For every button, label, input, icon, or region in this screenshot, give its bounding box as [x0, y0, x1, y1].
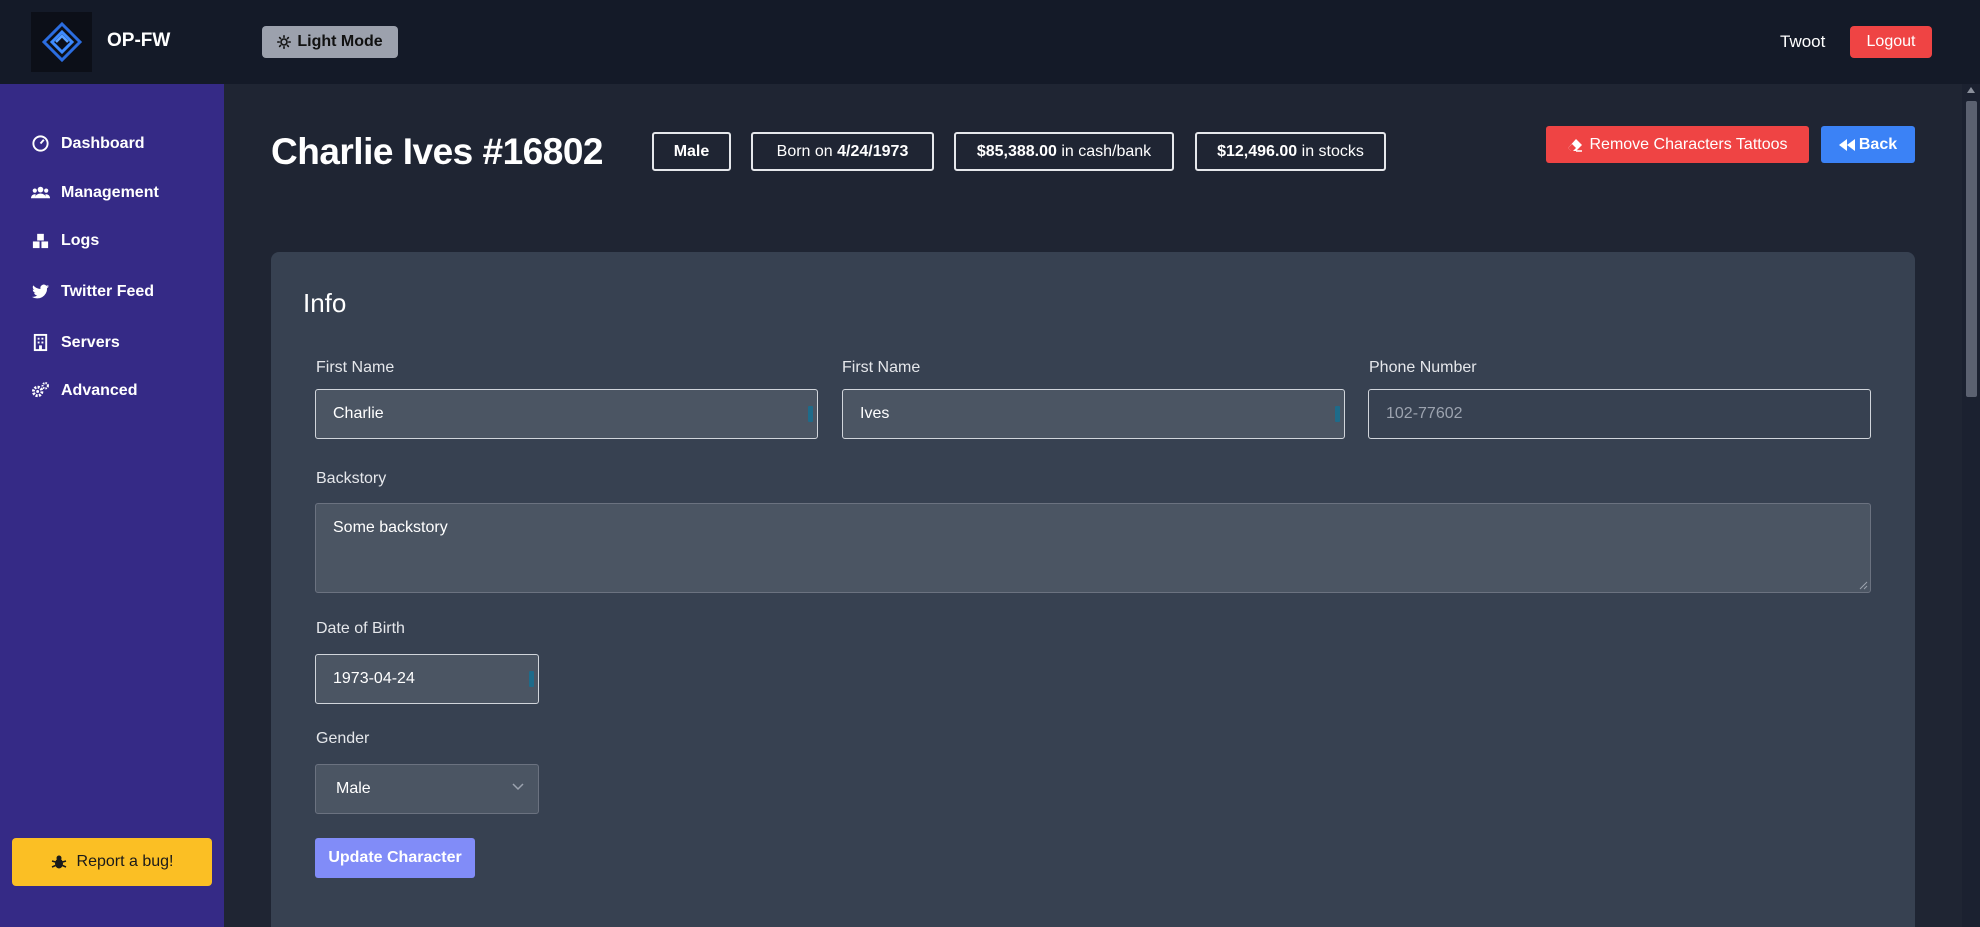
dob-label: Date of Birth — [316, 620, 405, 637]
backstory-field[interactable]: Some backstory — [315, 503, 1871, 593]
update-character-button[interactable]: Update Character — [315, 838, 475, 878]
scroll-up-icon[interactable] — [1967, 87, 1975, 93]
first-name-field[interactable]: Charlie — [315, 389, 818, 439]
remove-tattoos-button[interactable]: Remove Characters Tattoos — [1546, 126, 1809, 163]
sidebar-item-servers[interactable]: Servers — [31, 333, 120, 352]
building-icon — [33, 333, 48, 352]
back-label: Back — [1858, 135, 1898, 153]
resize-handle-icon — [1859, 581, 1868, 590]
stocks-badge: $12,496.00 in stocks — [1195, 132, 1386, 171]
report-bug-label: Report a bug! — [76, 853, 174, 870]
gender-label: Gender — [316, 730, 370, 747]
sidebar-item-label: Advanced — [61, 381, 138, 399]
sidebar-item-label: Logs — [61, 231, 100, 249]
cash-value: $85,388.00 — [976, 142, 1057, 160]
logout-button[interactable]: Logout — [1850, 26, 1932, 58]
logo[interactable] — [31, 12, 92, 72]
cash-suffix: in cash/bank — [1061, 142, 1152, 160]
sidebar-item-label: Management — [61, 183, 159, 201]
stocks-suffix: in stocks — [1301, 142, 1364, 160]
info-card: Info First Name Charlie First Name Ives … — [271, 252, 1915, 927]
logo-icon — [41, 21, 82, 63]
sidebar-item-dashboard[interactable]: Dashboard — [31, 134, 145, 153]
sun-icon — [277, 35, 292, 49]
gender-badge-value: Male — [673, 142, 710, 160]
twitter-icon — [31, 284, 50, 299]
light-mode-label: Light Mode — [297, 33, 383, 50]
born-prefix: Born on — [776, 142, 833, 160]
born-value: 4/24/1973 — [837, 142, 909, 160]
sidebar: Dashboard Management Logs Twitter Feed S… — [0, 84, 224, 927]
page-title: Charlie Ives #16802 — [271, 131, 603, 172]
first-name-label: First Name — [316, 359, 395, 376]
last-name-field[interactable]: Ives — [842, 389, 1345, 439]
stocks-value: $12,496.00 — [1217, 142, 1298, 160]
dob-field[interactable]: 1973-04-24 — [315, 654, 539, 704]
scrollbar[interactable] — [1962, 84, 1980, 927]
backstory-value: Some backstory — [333, 519, 448, 536]
scroll-thumb[interactable] — [1966, 101, 1977, 397]
brand-name[interactable]: OP-FW — [107, 30, 170, 52]
eraser-icon — [1568, 138, 1583, 152]
report-bug-button[interactable]: Report a bug! — [12, 838, 212, 886]
autofill-icon — [529, 671, 534, 687]
cash-badge: $85,388.00 in cash/bank — [954, 132, 1174, 171]
sidebar-item-advanced[interactable]: Advanced — [31, 381, 137, 400]
phone-field[interactable]: 102-77602 — [1368, 389, 1871, 439]
last-name-value: Ives — [860, 405, 890, 422]
sidebar-item-management[interactable]: Management — [31, 183, 159, 202]
birthdate-badge: Born on 4/24/1973 — [751, 132, 934, 171]
sidebar-item-logs[interactable]: Logs — [31, 231, 99, 250]
gender-select-value: Male — [336, 780, 371, 797]
gauge-icon — [32, 135, 49, 152]
boxes-icon — [32, 233, 49, 249]
sidebar-item-twitter-feed[interactable]: Twitter Feed — [31, 282, 154, 301]
first-name-value: Charlie — [333, 405, 384, 422]
gender-badge: Male — [652, 132, 731, 171]
user-name[interactable]: Twoot — [1780, 32, 1825, 52]
sidebar-item-label: Servers — [61, 333, 120, 351]
phone-label: Phone Number — [1369, 359, 1477, 376]
last-name-label: First Name — [842, 359, 921, 376]
bug-icon — [51, 855, 66, 869]
sidebar-item-label: Twitter Feed — [61, 282, 155, 300]
gender-select[interactable]: Male — [315, 764, 539, 814]
dob-value: 1973-04-24 — [333, 670, 415, 687]
phone-placeholder: 102-77602 — [1386, 405, 1463, 422]
card-title: Info — [303, 288, 347, 318]
back-button[interactable]: Back — [1821, 126, 1915, 163]
top-bar: OP-FW Light Mode Twoot Logout — [0, 0, 1980, 84]
cogs-icon — [31, 382, 49, 398]
sidebar-item-label: Dashboard — [61, 134, 145, 152]
backstory-label: Backstory — [316, 470, 387, 487]
light-mode-button[interactable]: Light Mode — [262, 26, 398, 58]
autofill-icon — [808, 406, 813, 422]
backward-icon — [1838, 138, 1855, 151]
remove-tattoos-label: Remove Characters Tattoos — [1589, 135, 1788, 153]
chevron-down-icon — [512, 783, 524, 791]
users-icon — [31, 186, 50, 199]
autofill-icon — [1335, 406, 1340, 422]
